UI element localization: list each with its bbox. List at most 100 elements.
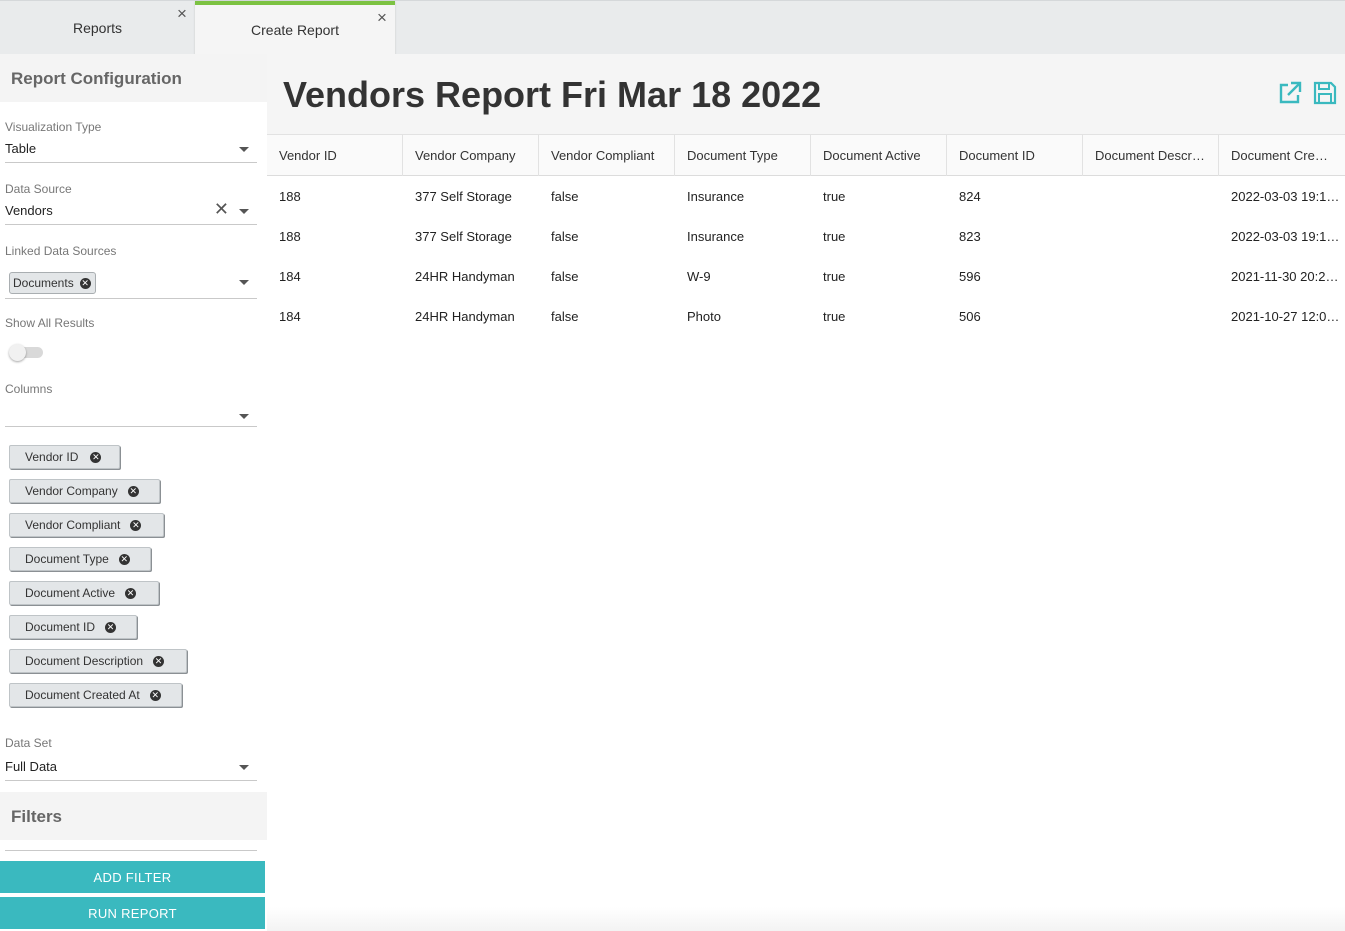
table-cell: Insurance [687, 189, 745, 204]
column-chip-label: Vendor Company [25, 484, 118, 498]
table-cell: true [823, 189, 846, 204]
column-header[interactable]: Document Descri… [1083, 135, 1219, 176]
table-cell: 2021-11-30 20:29… [1231, 269, 1345, 284]
close-icon[interactable]: × [175, 5, 189, 22]
remove-icon[interactable]: ✕ [125, 587, 137, 599]
column-chip[interactable]: Vendor Company ✕ [9, 479, 160, 503]
table-row[interactable]: 188 377 Self Storage false Insurance tru… [267, 216, 1345, 256]
divider [5, 850, 257, 851]
columns-field: Columns [5, 382, 257, 427]
data-source-label: Data Source [5, 182, 72, 196]
chevron-down-icon[interactable] [239, 765, 249, 770]
tab-reports[interactable]: Reports × [0, 1, 195, 55]
column-chip[interactable]: Document Type ✕ [9, 547, 151, 571]
table-header: Vendor ID Vendor Company Vendor Complian… [267, 134, 1345, 176]
table-cell: true [823, 269, 846, 284]
save-icon[interactable] [1312, 80, 1338, 106]
table-cell: true [823, 309, 846, 324]
column-chip-label: Vendor ID [25, 450, 79, 464]
run-report-button[interactable]: RUN REPORT [0, 897, 265, 929]
chevron-down-icon[interactable] [239, 280, 249, 285]
table-cell: 184 [279, 309, 301, 324]
data-source-select[interactable]: Vendors ✕ [5, 200, 257, 225]
panel-title: Report Configuration [0, 54, 267, 102]
data-source-value: Vendors [5, 203, 53, 218]
column-chip[interactable]: Document Description ✕ [9, 649, 187, 673]
table-cell: Insurance [687, 229, 745, 244]
columns-select[interactable] [5, 403, 257, 427]
table-cell: 506 [959, 309, 981, 324]
chevron-down-icon[interactable] [239, 147, 249, 152]
column-chip-label: Document Description [25, 654, 144, 668]
column-chip[interactable]: Vendor ID ✕ [9, 445, 120, 469]
tab-create-report[interactable]: Create Report × [195, 1, 395, 55]
remove-icon[interactable]: ✕ [105, 621, 117, 633]
remove-icon[interactable]: ✕ [130, 519, 142, 531]
remove-icon[interactable]: ✕ [149, 689, 161, 701]
tab-bar: Reports × Create Report × [0, 0, 1345, 55]
column-header[interactable]: Document ID [947, 135, 1083, 176]
column-chip[interactable]: Document ID ✕ [9, 615, 137, 639]
bottom-fade [267, 907, 1345, 931]
clear-icon[interactable]: ✕ [214, 200, 229, 218]
chevron-down-icon[interactable] [239, 209, 249, 214]
table-cell: 824 [959, 189, 981, 204]
table-cell: 2022-03-03 19:15… [1231, 189, 1345, 204]
column-header[interactable]: Document Create… [1219, 135, 1345, 176]
remove-icon[interactable]: ✕ [153, 655, 165, 667]
remove-icon[interactable]: ✕ [127, 485, 139, 497]
visualization-type-label: Visualization Type [5, 120, 102, 134]
table-cell: 188 [279, 189, 301, 204]
show-all-results-toggle[interactable] [9, 344, 43, 361]
show-all-results-field: Show All Results [5, 316, 257, 330]
report-header: Vendors Report Fri Mar 18 2022 [267, 54, 1345, 134]
table-cell: false [551, 189, 579, 204]
report-view: Vendors Report Fri Mar 18 2022 Vendor ID… [267, 54, 1345, 931]
chevron-down-icon[interactable] [239, 414, 249, 419]
table-cell: true [823, 229, 846, 244]
column-chip[interactable]: Vendor Compliant ✕ [9, 513, 164, 537]
add-filter-button[interactable]: ADD FILTER [0, 861, 265, 893]
column-chip-label: Document ID [25, 620, 96, 634]
column-header[interactable]: Document Type [675, 135, 811, 176]
table-cell: Photo [687, 309, 721, 324]
show-all-results-label: Show All Results [5, 316, 95, 330]
report-table: Vendor ID Vendor Company Vendor Complian… [267, 134, 1345, 336]
column-header[interactable]: Document Active [811, 135, 947, 176]
table-row[interactable]: 184 24HR Handyman false Photo true 506 2… [267, 296, 1345, 336]
table-cell: false [551, 229, 579, 244]
column-chip-label: Document Created At [25, 688, 140, 702]
table-cell: 188 [279, 229, 301, 244]
data-set-select[interactable]: Full Data [5, 757, 257, 781]
column-header[interactable]: Vendor Company [403, 135, 539, 176]
remove-icon[interactable]: ✕ [79, 277, 91, 289]
table-row[interactable]: 184 24HR Handyman false W-9 true 596 202… [267, 256, 1345, 296]
toggle-knob[interactable] [9, 344, 26, 361]
table-cell: 184 [279, 269, 301, 284]
linked-source-chip[interactable]: Documents ✕ [9, 272, 96, 294]
column-chip-label: Document Type [25, 552, 109, 566]
visualization-type-select[interactable]: Table [5, 139, 257, 163]
column-header[interactable]: Vendor Compliant [539, 135, 675, 176]
remove-icon[interactable]: ✕ [90, 451, 102, 463]
table-row[interactable]: 188 377 Self Storage false Insurance tru… [267, 176, 1345, 216]
linked-data-sources-label: Linked Data Sources [5, 244, 117, 258]
column-chip[interactable]: Document Active ✕ [9, 581, 159, 605]
column-header[interactable]: Vendor ID [267, 135, 403, 176]
data-set-label: Data Set [5, 736, 52, 750]
table-cell: 24HR Handyman [415, 309, 515, 324]
tab-reports-label: Reports [72, 20, 123, 36]
column-chip[interactable]: Document Created At ✕ [9, 683, 182, 707]
table-cell: false [551, 309, 579, 324]
table-cell: 596 [959, 269, 981, 284]
filters-title: Filters [0, 792, 267, 840]
table-cell: 377 Self Storage [415, 229, 512, 244]
remove-icon[interactable]: ✕ [118, 553, 130, 565]
external-link-icon[interactable] [1277, 80, 1303, 106]
table-cell [1083, 296, 1219, 336]
close-icon[interactable]: × [375, 9, 389, 26]
data-set-value: Full Data [5, 759, 58, 774]
report-configuration-panel: Report Configuration Visualization Type … [0, 54, 267, 931]
table-cell: 2022-03-03 19:14… [1231, 229, 1345, 244]
linked-source-chip-label: Documents [13, 276, 74, 290]
